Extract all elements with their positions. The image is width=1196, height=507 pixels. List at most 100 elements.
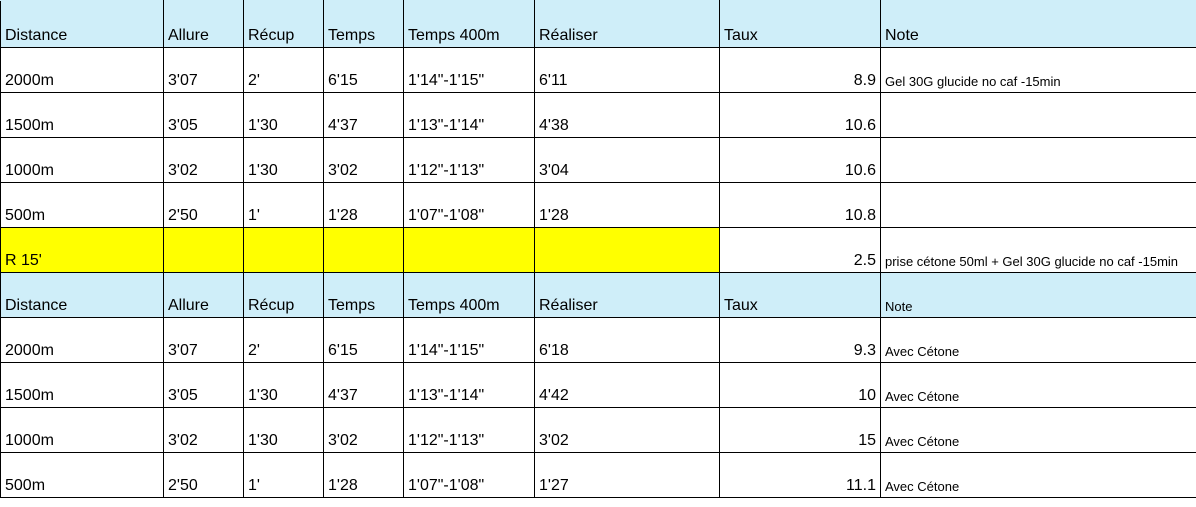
table-row: 2000m 3'07 2' 6'15 1'14"-1'15" 6'11 8.9 … (0, 47, 1196, 93)
training-table: Distance Allure Récup Temps Temps 400m R… (0, 0, 1196, 498)
cell-distance[interactable]: 1500m (0, 92, 164, 138)
cell-allure[interactable]: 3'02 (163, 407, 244, 453)
table-row: 1500m 3'05 1'30 4'37 1'13"-1'14" 4'42 10… (0, 362, 1196, 408)
cell-distance[interactable]: 2000m (0, 47, 164, 93)
cell-temps-400m[interactable]: 1'12"-1'13" (403, 137, 535, 183)
cell-temps[interactable]: 3'02 (323, 407, 404, 453)
recovery-label[interactable]: R 15' (0, 227, 164, 273)
cell-note[interactable]: Avec Cétone (880, 407, 1196, 453)
cell-temps[interactable]: 1'28 (323, 182, 404, 228)
cell-allure[interactable]: 3'05 (163, 362, 244, 408)
cell-allure[interactable]: 3'07 (163, 317, 244, 363)
cell-allure[interactable]: 2'50 (163, 452, 244, 498)
header-realiser[interactable]: Réaliser (534, 272, 720, 318)
cell-temps-400m[interactable]: 1'13"-1'14" (403, 92, 535, 138)
header-note[interactable]: Note (880, 272, 1196, 318)
cell-note[interactable]: Avec Cétone (880, 317, 1196, 363)
cell-distance[interactable]: 1000m (0, 407, 164, 453)
cell-temps-400m[interactable]: 1'14"-1'15" (403, 47, 535, 93)
cell-temps-400m[interactable]: 1'07"-1'08" (403, 182, 535, 228)
cell-taux[interactable]: 8.9 (719, 47, 881, 93)
header-taux[interactable]: Taux (719, 272, 881, 318)
cell-recup[interactable]: 1'30 (243, 362, 324, 408)
cell-taux[interactable]: 15 (719, 407, 881, 453)
cell-note[interactable]: Gel 30G glucide no caf -15min (880, 47, 1196, 93)
header-recup[interactable]: Récup (243, 272, 324, 318)
cell-note[interactable]: Avec Cétone (880, 362, 1196, 408)
cell-distance[interactable]: 500m (0, 182, 164, 228)
cell-distance[interactable]: 1500m (0, 362, 164, 408)
cell-temps[interactable]: 4'37 (323, 362, 404, 408)
header-row-2: Distance Allure Récup Temps Temps 400m R… (0, 272, 1196, 318)
cell-recup[interactable]: 1'30 (243, 137, 324, 183)
header-temps[interactable]: Temps (323, 272, 404, 318)
header-distance[interactable]: Distance (0, 272, 164, 318)
cell-allure[interactable]: 3'07 (163, 47, 244, 93)
cell-note[interactable]: Avec Cétone (880, 452, 1196, 498)
cell-temps[interactable]: 3'02 (323, 137, 404, 183)
cell-taux[interactable]: 10 (719, 362, 881, 408)
cell-realiser[interactable]: 3'04 (534, 137, 720, 183)
cell-recup[interactable]: 1'30 (243, 407, 324, 453)
cell-recup[interactable]: 2' (243, 47, 324, 93)
recovery-empty-cell[interactable] (403, 227, 535, 273)
cell-realiser[interactable]: 4'42 (534, 362, 720, 408)
recovery-empty-cell[interactable] (243, 227, 324, 273)
cell-allure[interactable]: 3'02 (163, 137, 244, 183)
header-row-1: Distance Allure Récup Temps Temps 400m R… (0, 0, 1196, 48)
header-temps[interactable]: Temps (323, 0, 404, 48)
cell-realiser[interactable]: 6'18 (534, 317, 720, 363)
cell-taux[interactable]: 10.6 (719, 137, 881, 183)
table-row: 1000m 3'02 1'30 3'02 1'12"-1'13" 3'02 15… (0, 407, 1196, 453)
header-temps-400m[interactable]: Temps 400m (403, 0, 535, 48)
header-temps-400m[interactable]: Temps 400m (403, 272, 535, 318)
cell-note[interactable] (880, 182, 1196, 228)
header-realiser[interactable]: Réaliser (534, 0, 720, 48)
cell-recup[interactable]: 1'30 (243, 92, 324, 138)
cell-note[interactable] (880, 92, 1196, 138)
recovery-empty-cell[interactable] (323, 227, 404, 273)
header-note[interactable]: Note (880, 0, 1196, 48)
cell-temps[interactable]: 1'28 (323, 452, 404, 498)
header-distance[interactable]: Distance (0, 0, 164, 48)
cell-temps-400m[interactable]: 1'12"-1'13" (403, 407, 535, 453)
table-row: 2000m 3'07 2' 6'15 1'14"-1'15" 6'18 9.3 … (0, 317, 1196, 363)
header-recup[interactable]: Récup (243, 0, 324, 48)
cell-note[interactable] (880, 137, 1196, 183)
recovery-empty-cell[interactable] (163, 227, 244, 273)
cell-temps[interactable]: 4'37 (323, 92, 404, 138)
cell-temps-400m[interactable]: 1'07"-1'08" (403, 452, 535, 498)
header-allure[interactable]: Allure (163, 272, 244, 318)
cell-realiser[interactable]: 1'27 (534, 452, 720, 498)
header-allure[interactable]: Allure (163, 0, 244, 48)
table-row: 500m 2'50 1' 1'28 1'07"-1'08" 1'27 11.1 … (0, 452, 1196, 498)
cell-recup[interactable]: 2' (243, 317, 324, 363)
cell-recup[interactable]: 1' (243, 452, 324, 498)
cell-temps-400m[interactable]: 1'14"-1'15" (403, 317, 535, 363)
cell-realiser[interactable]: 1'28 (534, 182, 720, 228)
table-row: 1500m 3'05 1'30 4'37 1'13"-1'14" 4'38 10… (0, 92, 1196, 138)
cell-temps-400m[interactable]: 1'13"-1'14" (403, 362, 535, 408)
cell-taux[interactable]: 9.3 (719, 317, 881, 363)
recovery-note[interactable]: prise cétone 50ml + Gel 30G glucide no c… (880, 227, 1196, 273)
cell-recup[interactable]: 1' (243, 182, 324, 228)
cell-distance[interactable]: 500m (0, 452, 164, 498)
cell-distance[interactable]: 1000m (0, 137, 164, 183)
cell-allure[interactable]: 2'50 (163, 182, 244, 228)
cell-allure[interactable]: 3'05 (163, 92, 244, 138)
cell-temps[interactable]: 6'15 (323, 317, 404, 363)
recovery-row: R 15' 2.5 prise cétone 50ml + Gel 30G gl… (0, 227, 1196, 273)
cell-realiser[interactable]: 3'02 (534, 407, 720, 453)
cell-realiser[interactable]: 6'11 (534, 47, 720, 93)
cell-realiser[interactable]: 4'38 (534, 92, 720, 138)
cell-temps[interactable]: 6'15 (323, 47, 404, 93)
cell-taux[interactable]: 10.6 (719, 92, 881, 138)
table-row: 1000m 3'02 1'30 3'02 1'12"-1'13" 3'04 10… (0, 137, 1196, 183)
cell-distance[interactable]: 2000m (0, 317, 164, 363)
cell-taux[interactable]: 10.8 (719, 182, 881, 228)
recovery-taux[interactable]: 2.5 (719, 227, 881, 273)
recovery-empty-cell[interactable] (534, 227, 720, 273)
table-row: 500m 2'50 1' 1'28 1'07"-1'08" 1'28 10.8 (0, 182, 1196, 228)
header-taux[interactable]: Taux (719, 0, 881, 48)
cell-taux[interactable]: 11.1 (719, 452, 881, 498)
